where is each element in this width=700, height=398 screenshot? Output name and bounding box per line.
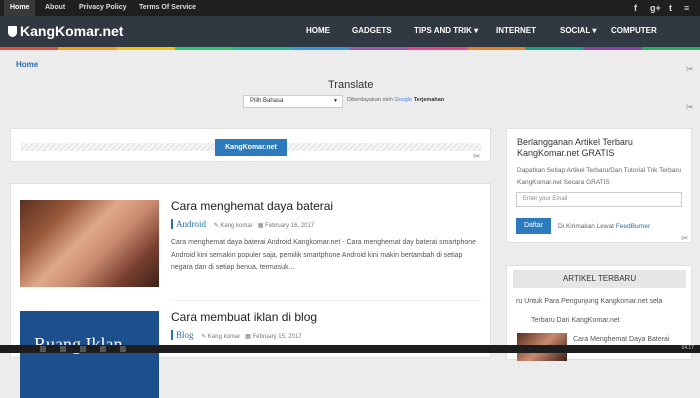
taskbar-app-icon[interactable] bbox=[60, 346, 66, 352]
color-strip-segment bbox=[233, 47, 292, 50]
terjemahan-link[interactable]: Terjemahan bbox=[414, 97, 444, 103]
color-strip-segment bbox=[116, 47, 175, 50]
chevron-down-icon: ▼ bbox=[333, 98, 338, 104]
post-title[interactable]: Cara membuat iklan di blog bbox=[171, 310, 317, 324]
post-list: Cara menghemat daya baterai Android ✎ Ka… bbox=[10, 183, 491, 398]
pencil-icon: ✎ bbox=[201, 334, 207, 340]
post-date: February 15, 2017 bbox=[252, 334, 302, 340]
language-select[interactable]: Pilih Bahasa ▼ bbox=[243, 95, 343, 108]
powered-prefix: Diberdayakan oleh bbox=[347, 97, 393, 103]
edit-tool-icon[interactable]: ✂ bbox=[686, 64, 696, 74]
latest-article-link[interactable]: Cara Menghemat Daya Baterai bbox=[573, 336, 670, 343]
post-excerpt: Cara menghemat daya baterai Android Kang… bbox=[171, 239, 477, 271]
chevron-down-icon: ▾ bbox=[592, 26, 597, 35]
post-meta: Android ✎ Kang komar ▦ February 16, 2017 bbox=[171, 219, 314, 229]
top-link-terms-of-service[interactable]: Terms Of Service bbox=[133, 0, 202, 16]
color-strip-segment bbox=[408, 47, 467, 50]
subscribe-description: Dapatkan Setiap Artikel Terbaru/Dan Tuto… bbox=[517, 167, 682, 186]
google-plus-icon[interactable]: g+ bbox=[650, 3, 661, 13]
top-link-privacy-policy[interactable]: Privacy Policy bbox=[73, 0, 132, 16]
nav-home[interactable]: HOME bbox=[306, 26, 330, 35]
nav-social-label: SOCIAL bbox=[560, 26, 591, 35]
label-widget: KangKomar.net ✂ bbox=[10, 128, 491, 162]
pencil-icon: ✎ bbox=[213, 223, 219, 229]
color-strip-segment bbox=[641, 47, 700, 50]
color-strip-segment bbox=[58, 47, 117, 50]
marquee-text: Terbaru Dari KangKomar.net bbox=[531, 317, 620, 324]
top-bar: Home About Privacy Policy Terms Of Servi… bbox=[0, 0, 700, 16]
nav-internet[interactable]: INTERNET bbox=[496, 26, 536, 35]
nav-social[interactable]: SOCIAL ▾ bbox=[560, 26, 596, 35]
nav-gadgets[interactable]: GADGETS bbox=[352, 26, 392, 35]
edit-tool-icon[interactable]: ✂ bbox=[473, 151, 483, 161]
color-strip-segment bbox=[0, 47, 59, 50]
post-author[interactable]: Kang komar bbox=[220, 223, 252, 229]
facebook-icon[interactable]: f bbox=[634, 3, 637, 13]
latest-articles-title: ARTIKEL TERBARU bbox=[513, 270, 686, 288]
post-date: February 16, 2017 bbox=[265, 223, 315, 229]
calendar-icon: ▦ bbox=[257, 223, 264, 229]
subscribe-widget: Berlangganan Artikel Terbaru KangKomar.n… bbox=[506, 128, 692, 243]
google-wordmark: Google bbox=[394, 97, 413, 103]
taskbar: 04.17 bbox=[0, 345, 700, 353]
post-meta: Blog ✎ Kang komar ▦ February 15, 2017 bbox=[171, 330, 302, 340]
main-header: KangKomar.net HOME GADGETS TIPS AND TRIK… bbox=[0, 16, 700, 47]
site-logo[interactable]: KangKomar.net bbox=[8, 23, 123, 39]
feedburner-prefix: Di Kirimakan Lewat bbox=[558, 223, 614, 230]
post-thumbnail[interactable] bbox=[20, 200, 159, 287]
post-thumbnail[interactable]: Ruang Iklan bbox=[20, 311, 159, 398]
shield-icon bbox=[8, 26, 17, 37]
color-strip-segment bbox=[174, 47, 234, 50]
tag-button[interactable]: KangKomar.net bbox=[215, 139, 287, 156]
site-logo-text: KangKomar.net bbox=[20, 23, 124, 39]
taskbar-app-icon[interactable] bbox=[80, 346, 86, 352]
subscribe-title: Berlangganan Artikel Terbaru KangKomar.n… bbox=[517, 137, 633, 158]
taskbar-clock: 04.17 bbox=[681, 345, 694, 351]
post-category[interactable]: Android bbox=[171, 219, 206, 229]
edit-tool-icon[interactable]: ✂ bbox=[681, 233, 691, 243]
top-link-about[interactable]: About bbox=[39, 0, 71, 16]
subscribe-button[interactable]: Daftar bbox=[516, 218, 551, 234]
translate-title: Translate bbox=[328, 79, 374, 91]
taskbar-app-icon[interactable] bbox=[100, 346, 106, 352]
chevron-down-icon: ▾ bbox=[474, 26, 479, 35]
post-author[interactable]: Kang komar bbox=[208, 334, 240, 340]
color-strip bbox=[0, 47, 700, 50]
nav-computer[interactable]: COMPUTER bbox=[611, 26, 657, 35]
post-title[interactable]: Cara menghemat daya baterai bbox=[171, 199, 333, 213]
color-strip-segment bbox=[466, 47, 525, 50]
edit-tool-icon[interactable]: ✂ bbox=[686, 102, 696, 112]
nav-tips-and-trik-label: TIPS AND TRIK bbox=[414, 26, 472, 35]
feedburner-note: Di Kirimakan Lewat FeedBurner bbox=[558, 223, 650, 230]
language-select-value: Pilih Bahasa bbox=[250, 98, 284, 104]
color-strip-segment bbox=[349, 47, 409, 50]
taskbar-app-icon[interactable] bbox=[120, 346, 126, 352]
rss-icon[interactable]: ≡ bbox=[684, 3, 689, 13]
feedburner-link[interactable]: FeedBurner bbox=[616, 223, 650, 230]
color-strip-segment bbox=[291, 47, 350, 50]
marquee-text: ru Untuk Para Pengunjung Kangkomar.net s… bbox=[516, 298, 663, 305]
email-field[interactable]: Enter your Email bbox=[516, 192, 682, 207]
color-strip-segment bbox=[583, 47, 642, 50]
taskbar-app-icon[interactable] bbox=[40, 346, 46, 352]
calendar-icon: ▦ bbox=[245, 334, 251, 340]
nav-tips-and-trik[interactable]: TIPS AND TRIK ▾ bbox=[414, 26, 478, 35]
post-category[interactable]: Blog bbox=[171, 330, 194, 340]
breadcrumb[interactable]: Home bbox=[16, 60, 38, 69]
twitter-icon[interactable]: t bbox=[669, 3, 672, 13]
top-link-home[interactable]: Home bbox=[4, 0, 36, 16]
divider bbox=[171, 300, 481, 301]
color-strip-segment bbox=[524, 47, 584, 50]
google-powered-by: Diberdayakan oleh Google Terjemahan bbox=[347, 97, 444, 103]
